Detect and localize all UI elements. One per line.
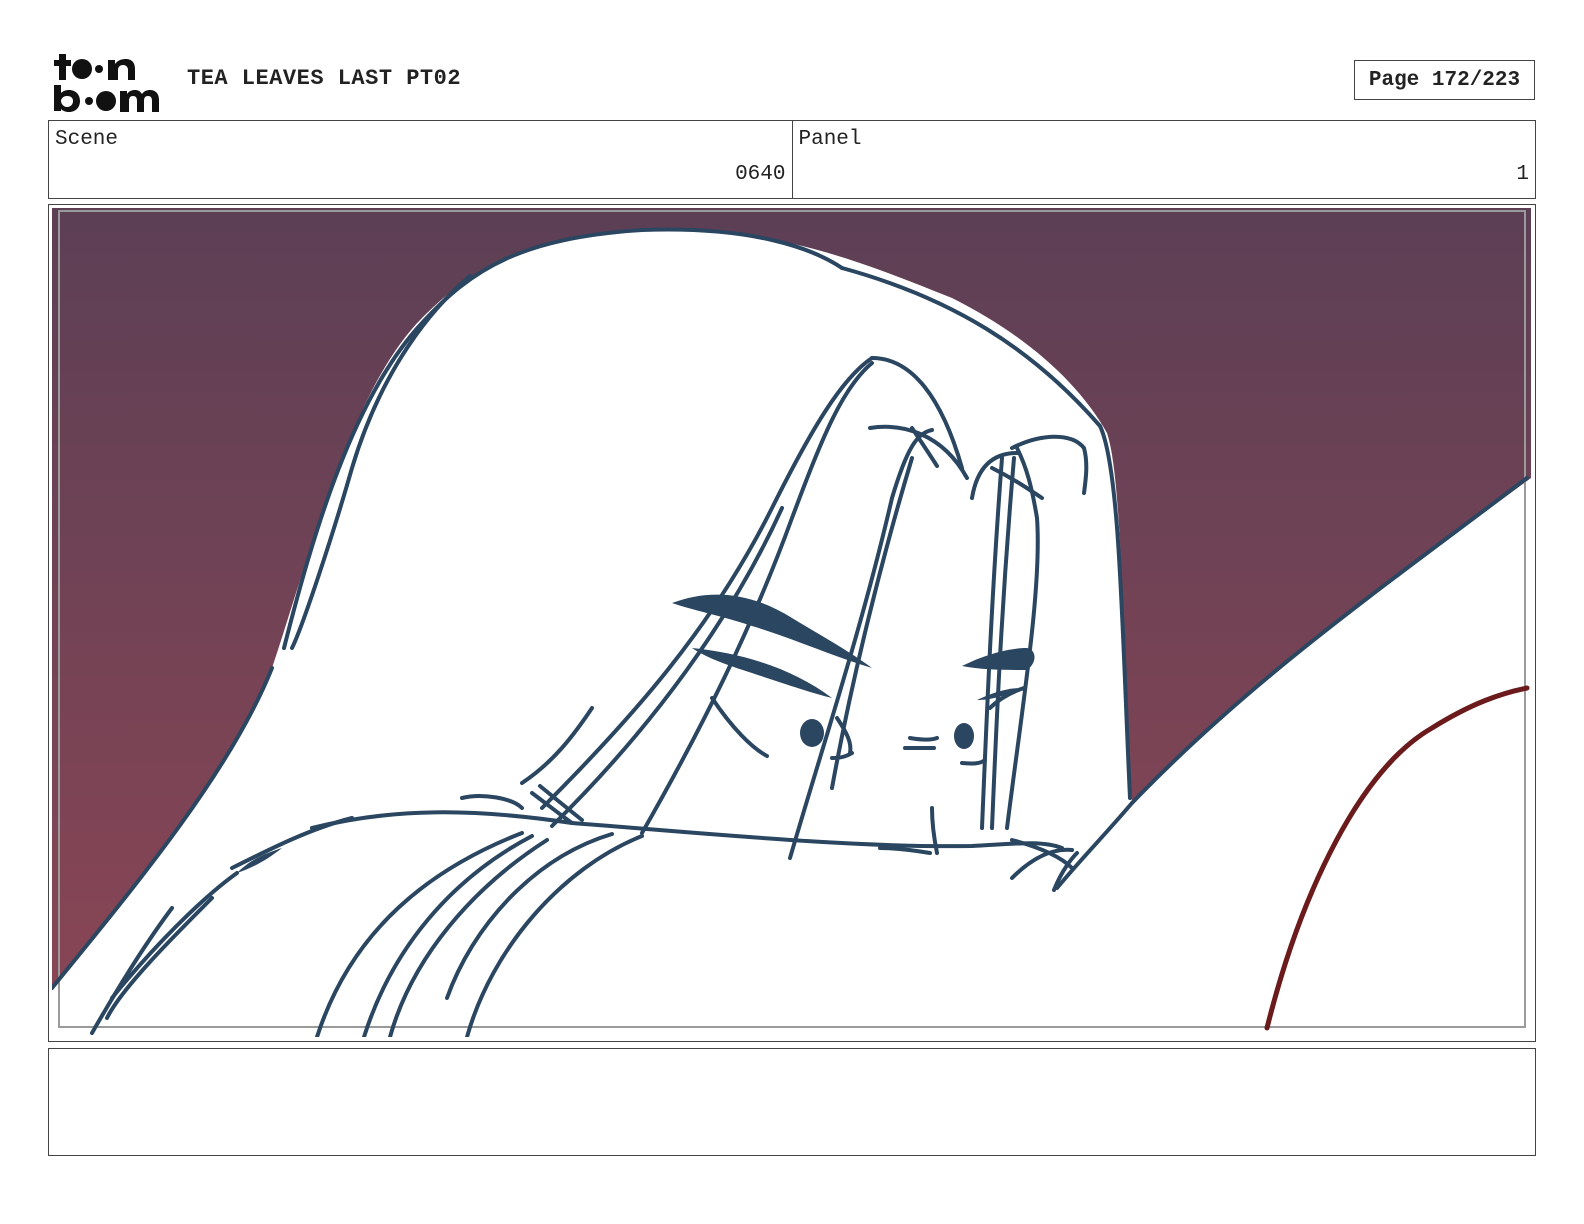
panel-cell: Panel 1 xyxy=(791,121,1536,198)
right-eye xyxy=(954,723,974,749)
panel-label: Panel xyxy=(798,128,862,151)
storyboard-panel-frame xyxy=(48,204,1536,1042)
board-title: TEA LEAVES LAST PT02 xyxy=(187,66,462,91)
scene-label: Scene xyxy=(55,128,119,151)
page-counter: Page 172/223 xyxy=(1354,60,1535,100)
panel-number: 1 xyxy=(1516,163,1529,186)
scene-number: 0640 xyxy=(735,163,786,186)
storyboard-drawing xyxy=(52,208,1531,1037)
toonboom-logo-icon xyxy=(54,54,159,112)
left-eye xyxy=(800,719,824,747)
scene-cell: Scene 0640 xyxy=(49,121,792,198)
panel-notes-box xyxy=(48,1048,1536,1156)
scene-panel-info: Scene 0640 Panel 1 xyxy=(48,120,1536,199)
